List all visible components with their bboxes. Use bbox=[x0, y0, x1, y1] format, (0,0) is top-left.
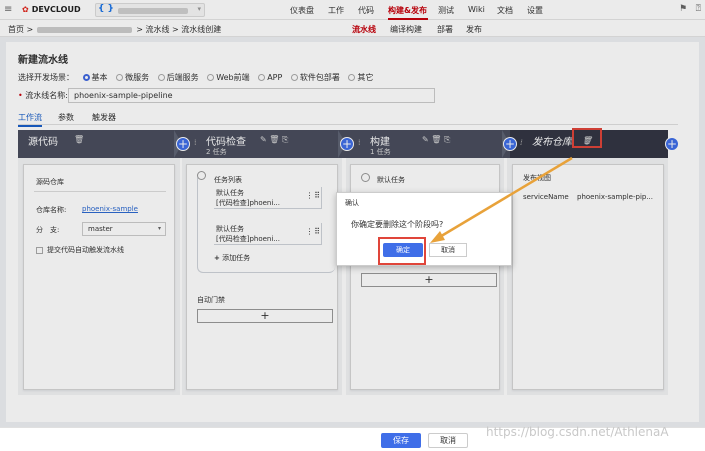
arrow-head bbox=[430, 231, 445, 243]
save-button[interactable]: 保存 bbox=[381, 433, 421, 448]
footer-cancel-button[interactable]: 取消 bbox=[428, 433, 468, 448]
watermark: https://blog.csdn.net/AthlenaA bbox=[486, 425, 669, 439]
annotation-arrow bbox=[430, 156, 573, 243]
arrow-line bbox=[437, 156, 573, 240]
